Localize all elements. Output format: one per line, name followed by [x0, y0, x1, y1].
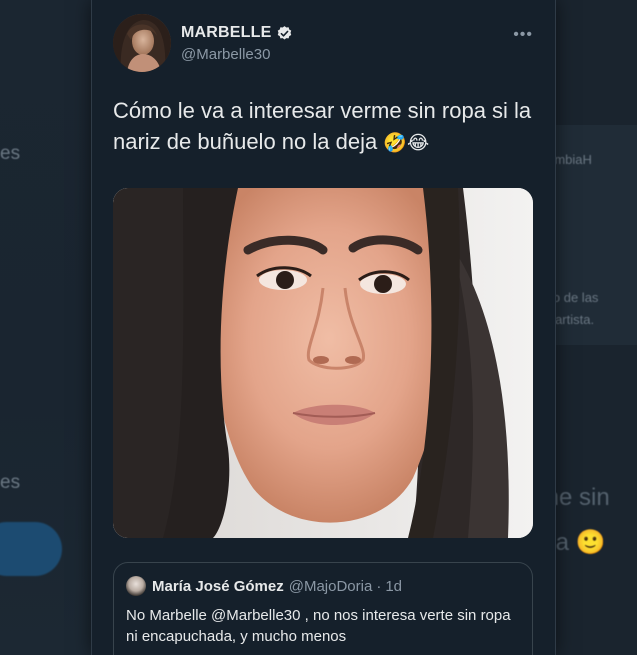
screenshot-stage: es es olombiaH sico de las na artista. m…	[0, 0, 637, 655]
background-text-fragment: es	[0, 143, 21, 164]
more-options-icon[interactable]: •••	[513, 26, 533, 44]
verified-badge-icon	[278, 25, 292, 40]
avatar-image	[113, 14, 171, 72]
display-name-row: MARBELLE	[181, 24, 293, 42]
tweet-text-body: Cómo le va a interesar verme sin ropa si…	[113, 98, 532, 154]
avatar[interactable]	[113, 14, 171, 72]
photo-image	[113, 188, 533, 538]
quoted-user-handle: @MajoDoria	[288, 577, 373, 595]
tweet-media-photo[interactable]	[113, 188, 533, 538]
quoted-tweet-text: No Marbelle @Marbelle30 , no nos interes…	[126, 607, 511, 645]
display-name[interactable]: MARBELLE	[181, 24, 271, 42]
tweet-card: MARBELLE @Marbelle30 ••• Cómo le va a in…	[91, 0, 556, 655]
background-button	[0, 522, 62, 576]
quoted-separator: ·	[376, 577, 382, 595]
quoted-avatar	[126, 576, 146, 596]
tweet-emojis: 🤣😂	[383, 133, 430, 154]
tweet-text: Cómo le va a interesar verme sin ropa si…	[113, 95, 538, 159]
quoted-tweet-header: María José Gómez @MajoDoria · 1d	[126, 576, 520, 596]
quoted-timestamp: 1d	[385, 577, 402, 595]
background-text-fragment: es	[0, 472, 21, 493]
user-handle[interactable]: @Marbelle30	[181, 46, 270, 63]
quoted-display-name: María José Gómez	[152, 577, 284, 595]
background-left-panel: es es	[0, 0, 95, 655]
tweet-header: MARBELLE @Marbelle30 •••	[113, 14, 533, 74]
quoted-tweet[interactable]: María José Gómez @MajoDoria · 1d No Marb…	[113, 562, 533, 655]
